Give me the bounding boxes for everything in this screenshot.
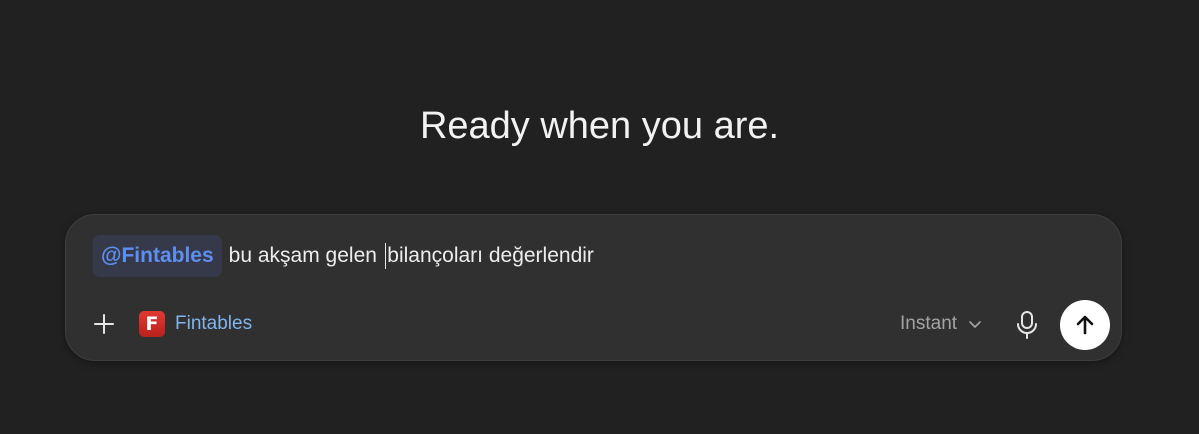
- chevron-down-icon: [969, 321, 981, 328]
- composer-toolbar: F Fintables Instant: [66, 300, 1121, 350]
- prompt-text[interactable]: bu akşam gelen bilançoları değerlendir: [229, 235, 594, 277]
- microphone-icon[interactable]: [1014, 310, 1040, 340]
- prompt-text-after-caret: bilançoları değerlendir: [387, 244, 594, 267]
- model-select[interactable]: Instant: [900, 311, 982, 337]
- app-chip[interactable]: F Fintables: [139, 311, 252, 337]
- arrow-up-icon: [1076, 315, 1094, 335]
- model-select-label: Instant: [900, 313, 958, 334]
- prompt-text-before-caret: bu akşam gelen: [228, 244, 383, 267]
- plus-icon[interactable]: [90, 310, 118, 338]
- prompt-input[interactable]: @Fintables bu akşam gelen bilançoları de…: [93, 235, 594, 277]
- composer: @Fintables bu akşam gelen bilançoları de…: [65, 214, 1122, 361]
- mention-chip[interactable]: @Fintables: [93, 235, 222, 277]
- text-caret: [384, 243, 387, 269]
- page-title: Ready when you are.: [419, 105, 780, 147]
- app-name: Fintables: [175, 313, 253, 334]
- send-button[interactable]: [1060, 300, 1110, 350]
- fintables-logo: F: [139, 311, 165, 337]
